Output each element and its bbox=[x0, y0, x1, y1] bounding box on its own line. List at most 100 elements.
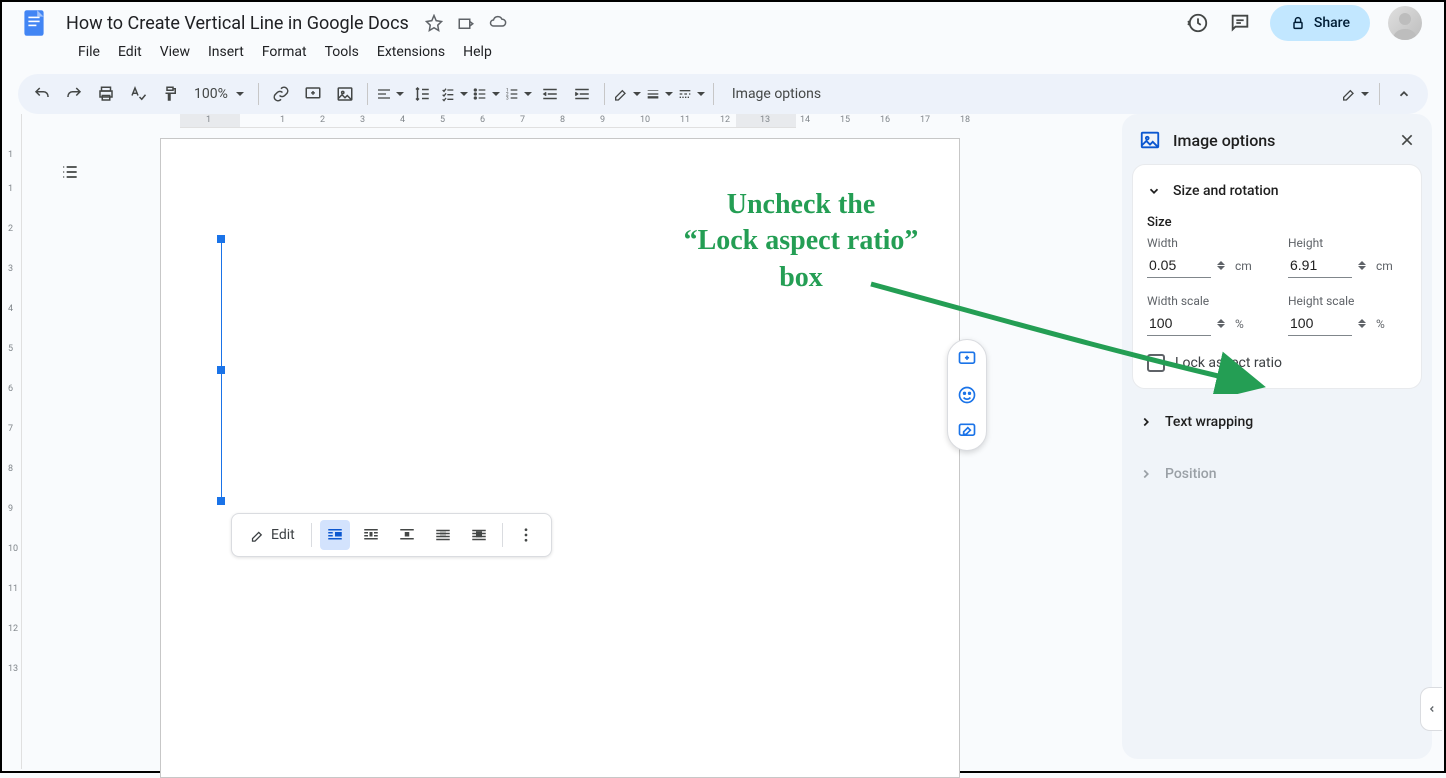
width-input[interactable] bbox=[1147, 253, 1211, 278]
chevron-right-icon bbox=[1139, 467, 1153, 481]
unit-cm: cm bbox=[1376, 259, 1393, 273]
numbered-list-dropdown[interactable]: 123 bbox=[504, 80, 532, 108]
separator bbox=[713, 83, 714, 105]
height-stepper[interactable] bbox=[1358, 261, 1366, 270]
text-wrapping-section: Text wrapping bbox=[1123, 398, 1431, 450]
chevron-down-icon bbox=[697, 92, 705, 96]
add-comment-fab[interactable] bbox=[956, 348, 978, 370]
paint-format-button[interactable] bbox=[156, 80, 184, 108]
width-scale-stepper[interactable] bbox=[1217, 319, 1225, 328]
menu-help[interactable]: Help bbox=[455, 40, 500, 64]
checklist-dropdown[interactable] bbox=[440, 80, 468, 108]
more-options-button[interactable] bbox=[511, 520, 541, 550]
position-section: Position bbox=[1123, 450, 1431, 502]
resize-handle-top[interactable] bbox=[217, 235, 225, 243]
wrap-break-button[interactable] bbox=[392, 520, 422, 550]
chevron-down-icon bbox=[665, 92, 673, 96]
height-scale-field: Height scale % bbox=[1288, 294, 1407, 336]
chevron-down-icon bbox=[1361, 92, 1369, 96]
edit-image-button[interactable]: Edit bbox=[242, 523, 303, 547]
suggest-edits-fab[interactable] bbox=[956, 420, 978, 442]
height-scale-stepper[interactable] bbox=[1358, 319, 1366, 328]
resize-handle-middle[interactable] bbox=[217, 366, 225, 374]
separator bbox=[502, 523, 503, 547]
size-rotation-toggle[interactable]: Size and rotation bbox=[1147, 177, 1407, 205]
border-dash-dropdown[interactable] bbox=[677, 80, 705, 108]
lock-aspect-checkbox[interactable] bbox=[1147, 354, 1165, 372]
height-scale-input[interactable] bbox=[1288, 311, 1352, 336]
add-emoji-fab[interactable] bbox=[956, 384, 978, 406]
menu-file[interactable]: File bbox=[70, 40, 108, 64]
side-panel-expand-button[interactable] bbox=[1420, 687, 1442, 731]
selected-vertical-line[interactable] bbox=[221, 239, 222, 501]
spellcheck-button[interactable] bbox=[124, 80, 152, 108]
image-icon bbox=[1139, 129, 1161, 151]
horizontal-ruler[interactable]: 1 1 2 3 4 5 6 7 8 9 10 11 12 13 14 15 16… bbox=[180, 114, 796, 128]
section-title: Size and rotation bbox=[1173, 183, 1279, 199]
wrap-front-button[interactable] bbox=[464, 520, 494, 550]
wrap-text-button[interactable] bbox=[356, 520, 386, 550]
image-options-button[interactable]: Image options bbox=[722, 86, 831, 102]
ruler-wrap: 1 1 2 3 4 5 6 7 8 9 10 11 12 13 14 15 16… bbox=[62, 114, 796, 132]
chevron-down-icon bbox=[396, 92, 404, 96]
close-panel-button[interactable] bbox=[1399, 132, 1415, 148]
comments-icon[interactable] bbox=[1228, 11, 1252, 35]
outline-toggle-button[interactable] bbox=[52, 154, 88, 190]
redo-button[interactable] bbox=[60, 80, 88, 108]
print-button[interactable] bbox=[92, 80, 120, 108]
wrap-behind-button[interactable] bbox=[428, 520, 458, 550]
resize-handle-bottom[interactable] bbox=[217, 497, 225, 505]
wrap-inline-button[interactable] bbox=[320, 520, 350, 550]
separator bbox=[258, 83, 259, 105]
section-title: Text wrapping bbox=[1165, 414, 1253, 430]
align-dropdown[interactable] bbox=[376, 80, 404, 108]
width-scale-input[interactable] bbox=[1147, 311, 1211, 336]
height-label: Height bbox=[1288, 236, 1407, 250]
lock-icon bbox=[1290, 15, 1306, 31]
menu-tools[interactable]: Tools bbox=[317, 40, 367, 64]
add-comment-button[interactable] bbox=[299, 80, 327, 108]
edit-label: Edit bbox=[271, 527, 295, 543]
width-stepper[interactable] bbox=[1217, 261, 1225, 270]
unit-pct: % bbox=[1235, 317, 1244, 331]
width-scale-field: Width scale % bbox=[1147, 294, 1266, 336]
toolbar-right bbox=[1341, 80, 1418, 108]
border-weight-dropdown[interactable] bbox=[645, 80, 673, 108]
border-color-dropdown[interactable] bbox=[613, 80, 641, 108]
vertical-ruler[interactable]: 1 1 2 3 4 5 6 7 8 9 10 11 12 13 bbox=[4, 114, 22, 769]
history-icon[interactable] bbox=[1186, 11, 1210, 35]
docs-logo-icon[interactable] bbox=[14, 3, 54, 43]
svg-text:3: 3 bbox=[506, 95, 509, 101]
collapse-toolbar-button[interactable] bbox=[1390, 80, 1418, 108]
cloud-status-icon[interactable] bbox=[489, 14, 507, 32]
editor-area: 1 1 2 3 4 5 6 7 8 9 10 11 12 13 14 15 16… bbox=[22, 114, 1122, 769]
insert-link-button[interactable] bbox=[267, 80, 295, 108]
menu-extensions[interactable]: Extensions bbox=[369, 40, 453, 64]
menu-insert[interactable]: Insert bbox=[200, 40, 252, 64]
line-spacing-button[interactable] bbox=[408, 80, 436, 108]
menu-bar: File Edit View Insert Format Tools Exten… bbox=[2, 38, 1444, 66]
document-title[interactable]: How to Create Vertical Line in Google Do… bbox=[60, 11, 415, 36]
document-page[interactable]: Edit Uncheck the “Lock aspect ratio” bbox=[160, 138, 960, 778]
text-wrapping-toggle[interactable]: Text wrapping bbox=[1139, 408, 1415, 436]
editing-mode-dropdown[interactable] bbox=[1341, 80, 1369, 108]
workspace: 1 1 2 3 4 5 6 7 8 9 10 11 12 13 1 1 2 3 … bbox=[4, 114, 1442, 769]
separator bbox=[604, 83, 605, 105]
user-avatar[interactable] bbox=[1388, 6, 1422, 40]
menu-format[interactable]: Format bbox=[254, 40, 315, 64]
position-toggle: Position bbox=[1139, 460, 1415, 488]
insert-image-button[interactable] bbox=[331, 80, 359, 108]
move-icon[interactable] bbox=[457, 14, 475, 32]
increase-indent-button[interactable] bbox=[568, 80, 596, 108]
zoom-dropdown[interactable]: 100% bbox=[188, 86, 250, 102]
menu-edit[interactable]: Edit bbox=[110, 40, 150, 64]
share-button[interactable]: Share bbox=[1270, 5, 1370, 41]
bulleted-list-dropdown[interactable] bbox=[472, 80, 500, 108]
section-title: Position bbox=[1165, 466, 1217, 482]
star-icon[interactable] bbox=[425, 14, 443, 32]
decrease-indent-button[interactable] bbox=[536, 80, 564, 108]
menu-view[interactable]: View bbox=[152, 40, 198, 64]
height-input[interactable] bbox=[1288, 253, 1352, 278]
panel-title: Image options bbox=[1173, 131, 1275, 150]
undo-button[interactable] bbox=[28, 80, 56, 108]
